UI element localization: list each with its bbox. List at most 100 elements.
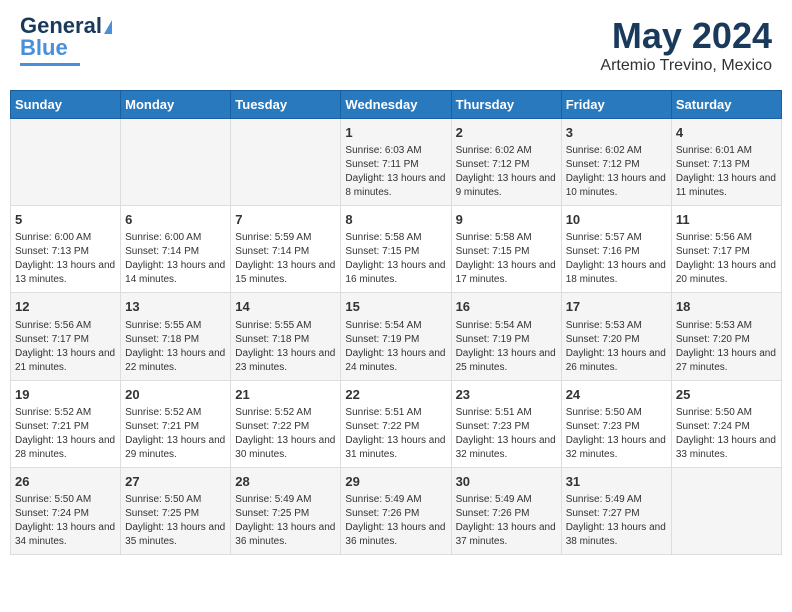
calendar-cell — [121, 119, 231, 206]
day-number: 19 — [15, 386, 116, 404]
calendar-cell: 23 Sunrise: 5:51 AM Sunset: 7:23 PM Dayli… — [451, 380, 561, 467]
day-info: Sunrise: 5:51 AM Sunset: 7:23 PM Dayligh… — [456, 406, 557, 462]
day-info: Sunrise: 5:57 AM Sunset: 7:16 PM Dayligh… — [566, 231, 667, 287]
calendar-cell: 7 Sunrise: 5:59 AM Sunset: 7:14 PM Daylig… — [231, 206, 341, 293]
header-thursday: Thursday — [451, 91, 561, 119]
day-info: Sunrise: 5:54 AM Sunset: 7:19 PM Dayligh… — [456, 319, 557, 375]
day-info: Sunrise: 5:49 AM Sunset: 7:26 PM Dayligh… — [345, 493, 446, 549]
calendar-cell: 28 Sunrise: 5:49 AM Sunset: 7:25 PM Dayli… — [231, 467, 341, 554]
calendar-cell: 30Sunrise: 5:49 AM Sunset: 7:26 PM Dayli… — [451, 467, 561, 554]
day-number: 31 — [566, 473, 667, 491]
title-block: May 2024 Artemio Trevino, Mexico — [600, 15, 772, 75]
calendar-cell: 25 Sunrise: 5:50 AM Sunset: 7:24 PM Dayli… — [671, 380, 781, 467]
logo-blue: Blue — [20, 35, 68, 61]
day-number: 3 — [566, 124, 667, 142]
day-number: 12 — [15, 298, 116, 316]
calendar-cell: 27 Sunrise: 5:50 AM Sunset: 7:25 PM Dayli… — [121, 467, 231, 554]
day-number: 30 — [456, 473, 557, 491]
calendar-cell — [671, 467, 781, 554]
day-info: Sunrise: 5:49 AM Sunset: 7:27 PM Dayligh… — [566, 493, 667, 549]
day-info: Sunrise: 5:50 AM Sunset: 7:25 PM Dayligh… — [125, 493, 226, 549]
day-info: Sunrise: 5:55 AM Sunset: 7:18 PM Dayligh… — [235, 319, 336, 375]
day-info: Sunrise: 5:55 AM Sunset: 7:18 PM Dayligh… — [125, 319, 226, 375]
calendar-cell: 12Sunrise: 5:56 AM Sunset: 7:17 PM Dayli… — [11, 293, 121, 380]
calendar-cell: 21 Sunrise: 5:52 AM Sunset: 7:22 PM Dayli… — [231, 380, 341, 467]
calendar-cell: 17Sunrise: 5:53 AM Sunset: 7:20 PM Dayli… — [561, 293, 671, 380]
calendar-cell: 1Sunrise: 6:03 AM Sunset: 7:11 PM Daylig… — [341, 119, 451, 206]
calendar-week-5: 26Sunrise: 5:50 AM Sunset: 7:24 PM Dayli… — [11, 467, 782, 554]
header-row: Sunday Monday Tuesday Wednesday Thursday… — [11, 91, 782, 119]
calendar-cell: 13 Sunrise: 5:55 AM Sunset: 7:18 PM Dayli… — [121, 293, 231, 380]
logo-text: General — [20, 15, 112, 37]
calendar-header: Sunday Monday Tuesday Wednesday Thursday… — [11, 91, 782, 119]
day-number: 2 — [456, 124, 557, 142]
day-info: Sunrise: 5:52 AM Sunset: 7:22 PM Dayligh… — [235, 406, 336, 462]
calendar-cell — [231, 119, 341, 206]
calendar-cell: 24 Sunrise: 5:50 AM Sunset: 7:23 PM Dayli… — [561, 380, 671, 467]
calendar-cell: 14 Sunrise: 5:55 AM Sunset: 7:18 PM Dayli… — [231, 293, 341, 380]
day-number: 29 — [345, 473, 446, 491]
calendar-cell: 3 Sunrise: 6:02 AM Sunset: 7:12 PM Daylig… — [561, 119, 671, 206]
calendar-cell: 8 Sunrise: 5:58 AM Sunset: 7:15 PM Daylig… — [341, 206, 451, 293]
calendar-cell — [11, 119, 121, 206]
day-info: Sunrise: 6:02 AM Sunset: 7:12 PM Dayligh… — [456, 144, 557, 200]
day-number: 1 — [345, 124, 446, 142]
day-number: 13 — [125, 298, 226, 316]
day-info: Sunrise: 5:53 AM Sunset: 7:20 PM Dayligh… — [676, 319, 777, 375]
day-number: 8 — [345, 211, 446, 229]
calendar-week-2: 5 Sunrise: 6:00 AM Sunset: 7:13 PM Daylig… — [11, 206, 782, 293]
day-number: 10 — [566, 211, 667, 229]
day-info: Sunrise: 5:50 AM Sunset: 7:24 PM Dayligh… — [676, 406, 777, 462]
calendar-cell: 29 Sunrise: 5:49 AM Sunset: 7:26 PM Dayli… — [341, 467, 451, 554]
day-info: Sunrise: 5:59 AM Sunset: 7:14 PM Dayligh… — [235, 231, 336, 287]
calendar-cell: 5 Sunrise: 6:00 AM Sunset: 7:13 PM Daylig… — [11, 206, 121, 293]
day-number: 24 — [566, 386, 667, 404]
header-wednesday: Wednesday — [341, 91, 451, 119]
day-info: Sunrise: 5:50 AM Sunset: 7:23 PM Dayligh… — [566, 406, 667, 462]
calendar-body: 1Sunrise: 6:03 AM Sunset: 7:11 PM Daylig… — [11, 119, 782, 555]
day-info: Sunrise: 6:00 AM Sunset: 7:13 PM Dayligh… — [15, 231, 116, 287]
day-number: 16 — [456, 298, 557, 316]
day-number: 23 — [456, 386, 557, 404]
header-sunday: Sunday — [11, 91, 121, 119]
day-number: 7 — [235, 211, 336, 229]
day-info: Sunrise: 5:52 AM Sunset: 7:21 PM Dayligh… — [125, 406, 226, 462]
calendar-cell: 6Sunrise: 6:00 AM Sunset: 7:14 PM Daylig… — [121, 206, 231, 293]
calendar-week-1: 1Sunrise: 6:03 AM Sunset: 7:11 PM Daylig… — [11, 119, 782, 206]
calendar-cell: 26Sunrise: 5:50 AM Sunset: 7:24 PM Dayli… — [11, 467, 121, 554]
header-saturday: Saturday — [671, 91, 781, 119]
calendar-cell: 16 Sunrise: 5:54 AM Sunset: 7:19 PM Dayli… — [451, 293, 561, 380]
calendar-cell: 10 Sunrise: 5:57 AM Sunset: 7:16 PM Dayli… — [561, 206, 671, 293]
calendar-cell: 15 Sunrise: 5:54 AM Sunset: 7:19 PM Dayli… — [341, 293, 451, 380]
day-info: Sunrise: 6:02 AM Sunset: 7:12 PM Dayligh… — [566, 144, 667, 200]
day-number: 14 — [235, 298, 336, 316]
day-number: 4 — [676, 124, 777, 142]
calendar-week-4: 19 Sunrise: 5:52 AM Sunset: 7:21 PM Dayli… — [11, 380, 782, 467]
day-number: 5 — [15, 211, 116, 229]
day-info: Sunrise: 5:56 AM Sunset: 7:17 PM Dayligh… — [676, 231, 777, 287]
day-info: Sunrise: 5:54 AM Sunset: 7:19 PM Dayligh… — [345, 319, 446, 375]
day-number: 21 — [235, 386, 336, 404]
calendar-cell: 19Sunrise: 5:52 AM Sunset: 7:21 PM Dayli… — [11, 380, 121, 467]
day-info: Sunrise: 5:49 AM Sunset: 7:25 PM Dayligh… — [235, 493, 336, 549]
day-number: 9 — [456, 211, 557, 229]
calendar-cell: 11 Sunrise: 5:56 AM Sunset: 7:17 PM Dayli… — [671, 206, 781, 293]
calendar-cell: 2 Sunrise: 6:02 AM Sunset: 7:12 PM Daylig… — [451, 119, 561, 206]
day-number: 15 — [345, 298, 446, 316]
day-info: Sunrise: 5:51 AM Sunset: 7:22 PM Dayligh… — [345, 406, 446, 462]
day-number: 22 — [345, 386, 446, 404]
day-number: 11 — [676, 211, 777, 229]
calendar-title: May 2024 — [600, 15, 772, 57]
calendar-cell: 20Sunrise: 5:52 AM Sunset: 7:21 PM Dayli… — [121, 380, 231, 467]
day-info: Sunrise: 5:58 AM Sunset: 7:15 PM Dayligh… — [345, 231, 446, 287]
calendar-week-3: 12Sunrise: 5:56 AM Sunset: 7:17 PM Dayli… — [11, 293, 782, 380]
header-tuesday: Tuesday — [231, 91, 341, 119]
day-number: 28 — [235, 473, 336, 491]
location-subtitle: Artemio Trevino, Mexico — [600, 57, 772, 75]
calendar-cell: 4 Sunrise: 6:01 AM Sunset: 7:13 PM Daylig… — [671, 119, 781, 206]
day-info: Sunrise: 6:01 AM Sunset: 7:13 PM Dayligh… — [676, 144, 777, 200]
day-number: 25 — [676, 386, 777, 404]
day-number: 27 — [125, 473, 226, 491]
day-number: 6 — [125, 211, 226, 229]
day-info: Sunrise: 5:53 AM Sunset: 7:20 PM Dayligh… — [566, 319, 667, 375]
